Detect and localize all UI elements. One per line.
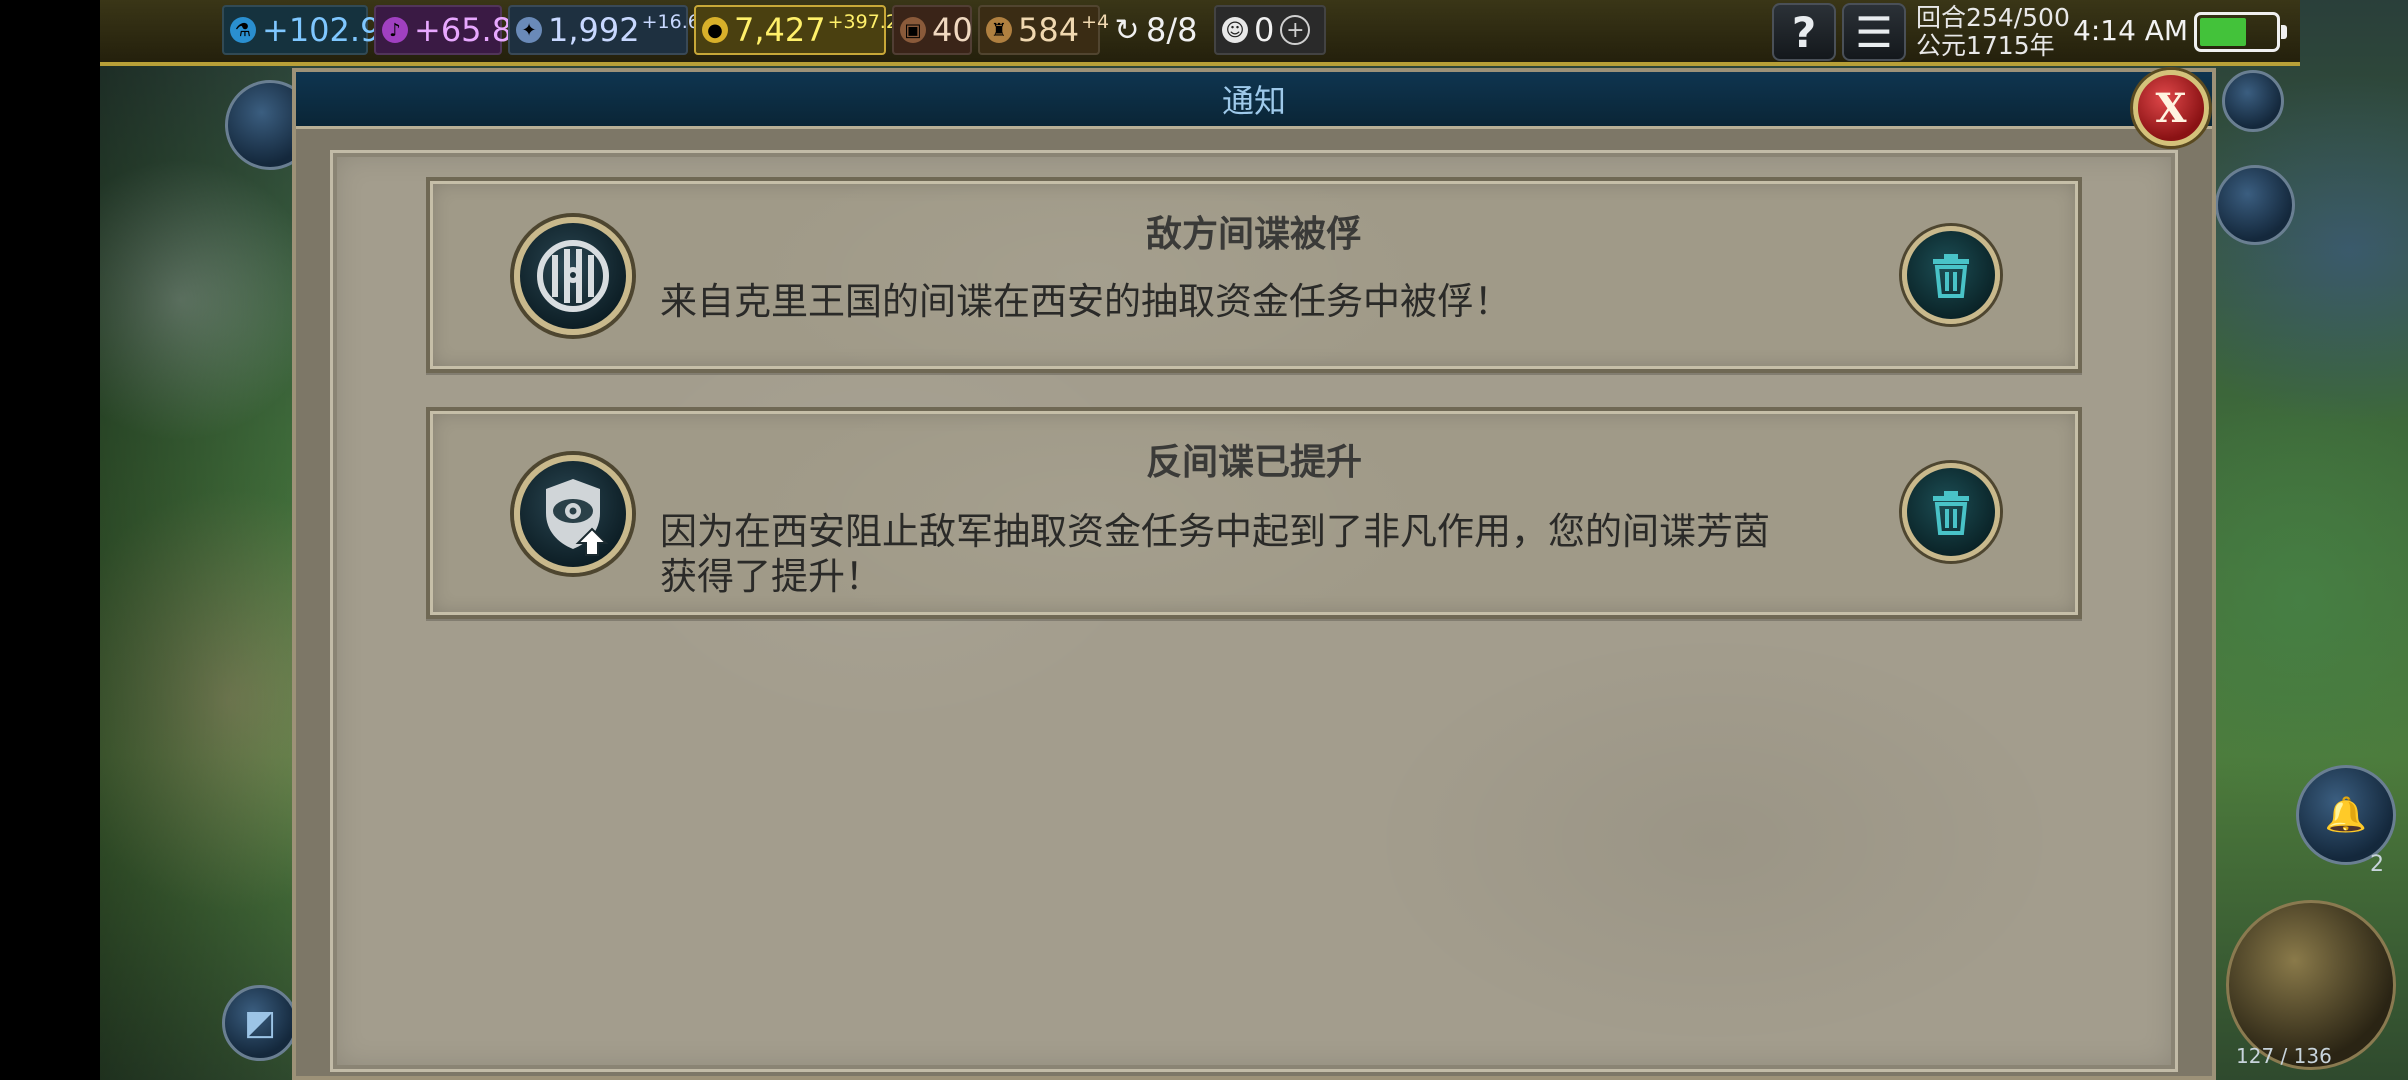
gold-yield[interactable]: ● 7,427 +397.2 [694, 5, 898, 55]
notification-body: 因为在西安阻止敌军抽取资金任务中起到了非凡作用，您的间谍芳茵 获得了提升！ [660, 510, 1770, 598]
turn-counter: 回合254/500 [1916, 3, 2070, 32]
hamburger-icon: ☰ [1855, 7, 1893, 57]
notification-title: 敌方间谍被俘 [1145, 214, 1362, 255]
notifications-bell-button[interactable]: 🔔 [2296, 765, 2396, 865]
battery-icon [2194, 12, 2287, 52]
map-right-mid-button[interactable] [2215, 165, 2295, 245]
tourism-yield[interactable]: ▣ 40 [892, 5, 973, 55]
favor-icon: ♜ [986, 17, 1012, 43]
great-people-icon: ☺ [1222, 17, 1248, 43]
game-year: 公元1715年 [1916, 31, 2055, 60]
trash-icon [1933, 491, 1969, 535]
dialog-header: 通知 [296, 72, 2212, 129]
faith-yield[interactable]: ✦ 1,992 +16.6 [508, 5, 700, 55]
bell-count: 2 [2370, 852, 2384, 877]
faith-icon: ✦ [516, 17, 542, 43]
culture-icon: ♪ [382, 17, 408, 43]
great-people[interactable]: ☺ 0 + [1214, 5, 1326, 55]
bell-icon: 🔔 [2324, 795, 2368, 835]
culture-yield[interactable]: ♪ +65.8 [374, 5, 512, 55]
science-icon: ⚗ [230, 17, 256, 43]
trade-route-icon: ↻ [1114, 12, 1140, 48]
notification-title: 反间谍已提升 [1145, 442, 1362, 483]
dialog-title: 通知 [1221, 82, 1286, 120]
notification-card[interactable]: 敌方间谍被俘 来自克里王国的间谍在西安的抽取资金任务中被俘！ [426, 177, 2082, 373]
unit-count: 127 / 136 [2236, 1044, 2332, 1068]
notification-body: 来自克里王国的间谍在西安的抽取资金任务中被俘！ [660, 280, 1511, 323]
map-left-bottom-button[interactable]: ◩ [222, 985, 298, 1061]
lens-icon: ◩ [243, 1003, 277, 1043]
science-yield[interactable]: ⚗ +102.9 [222, 5, 380, 55]
system-clock: 4:14 AM [2073, 14, 2189, 47]
trade-routes[interactable]: ↻ 8/8 [1106, 5, 1210, 55]
delete-notification-button[interactable] [1902, 463, 2000, 561]
notification-card[interactable]: 反间谍已提升 因为在西安阻止敌军抽取资金任务中起到了非凡作用，您的间谍芳茵 获得… [426, 407, 2082, 619]
gold-icon: ● [702, 17, 728, 43]
tourism-icon: ▣ [900, 17, 926, 43]
delete-notification-button[interactable] [1902, 226, 2000, 324]
close-button[interactable]: X [2133, 70, 2209, 146]
help-button[interactable]: ? [1772, 3, 1836, 61]
add-icon[interactable]: + [1280, 15, 1311, 45]
map-right-top-button[interactable] [2222, 70, 2284, 132]
favor-yield[interactable]: ♜ 584 +4 [978, 5, 1109, 55]
trash-icon [1933, 254, 1969, 298]
turn-info: 回合254/500 公元1715年 [1916, 4, 2070, 60]
menu-button[interactable]: ☰ [1842, 3, 1906, 61]
